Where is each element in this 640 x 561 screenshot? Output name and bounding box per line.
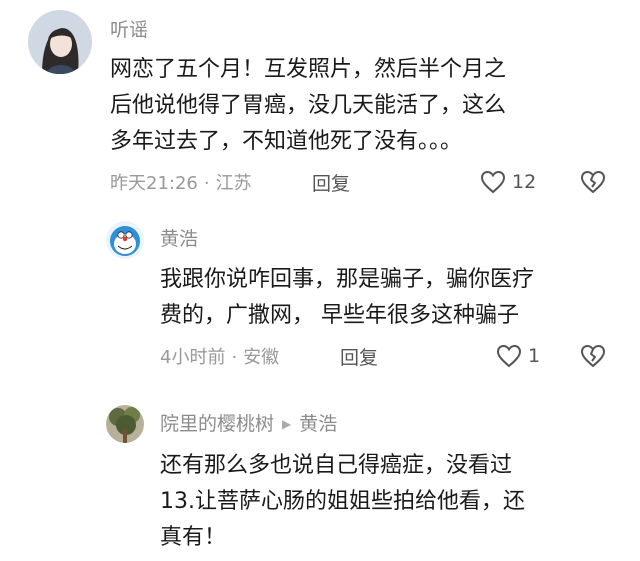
- like-button[interactable]: 12: [480, 170, 536, 194]
- avatar[interactable]: [28, 10, 92, 74]
- heart-outline-icon: [496, 344, 522, 368]
- timestamp: 4小时前: [160, 347, 226, 368]
- username[interactable]: 黄浩: [160, 227, 198, 251]
- separator: ·: [203, 173, 210, 194]
- location: 安徽: [243, 347, 280, 368]
- location: 江苏: [215, 173, 252, 194]
- username[interactable]: 听谣: [110, 18, 148, 42]
- dislike-button[interactable]: [580, 344, 606, 372]
- avatar[interactable]: [106, 405, 144, 443]
- timestamp: 昨天21:26: [110, 173, 198, 194]
- reply-arrow-icon: ▶: [282, 417, 292, 431]
- username[interactable]: 院里的樱桃树: [160, 412, 274, 436]
- comment-line: 后他说他得了胃癌，没几天能活了，这么: [110, 93, 507, 118]
- comment-text: 我跟你说咋回事，那是骗子，骗你医疗 费的，广撒网， 早些年很多这种骗子: [160, 262, 534, 334]
- heart-outline-icon: [480, 170, 506, 194]
- broken-heart-icon: [581, 171, 605, 193]
- comment-thread: 听谣 网恋了五个月！互发照片，然后半个月之 后他说他得了胃癌，没几天能活了，这么…: [0, 0, 640, 561]
- comment-line: 真有！: [160, 525, 227, 550]
- comment-text: 还有那么多也说自己得癌症，没看过 13.让菩萨心肠的姐姐些拍给他看，还 真有！: [160, 448, 525, 556]
- comment-text: 网恋了五个月！互发照片，然后半个月之 后他说他得了胃癌，没几天能活了，这么 多年…: [110, 52, 506, 160]
- reply-header: 院里的樱桃树 ▶ 黄浩: [160, 412, 337, 436]
- comment-line: 我跟你说咋回事，那是骗子，骗你医疗: [160, 267, 535, 292]
- like-count: 1: [528, 345, 541, 367]
- separator: ·: [231, 347, 238, 368]
- comment-line: 网恋了五个月！互发照片，然后半个月之: [110, 57, 507, 82]
- like-button[interactable]: 1: [496, 344, 540, 368]
- broken-heart-icon: [581, 345, 605, 367]
- reply-button[interactable]: 回复: [312, 172, 350, 196]
- avatar[interactable]: [106, 221, 144, 259]
- comment-line: 还有那么多也说自己得癌症，没看过: [160, 453, 513, 478]
- reply-to-username[interactable]: 黄浩: [299, 412, 337, 436]
- reply-button[interactable]: 回复: [340, 346, 378, 370]
- dislike-button[interactable]: [580, 170, 606, 198]
- comment-line: 多年过去了，不知道他死了没有。。。: [110, 129, 463, 154]
- comment-line: 13.让菩萨心肠的姐姐些拍给他看，还: [160, 489, 525, 514]
- like-count: 12: [512, 171, 537, 193]
- comment-meta: 4小时前 · 安徽: [160, 346, 279, 370]
- comment-meta: 昨天21:26 · 江苏: [110, 172, 252, 196]
- comment-line: 费的，广撒网， 早些年很多这种骗子: [160, 303, 519, 328]
